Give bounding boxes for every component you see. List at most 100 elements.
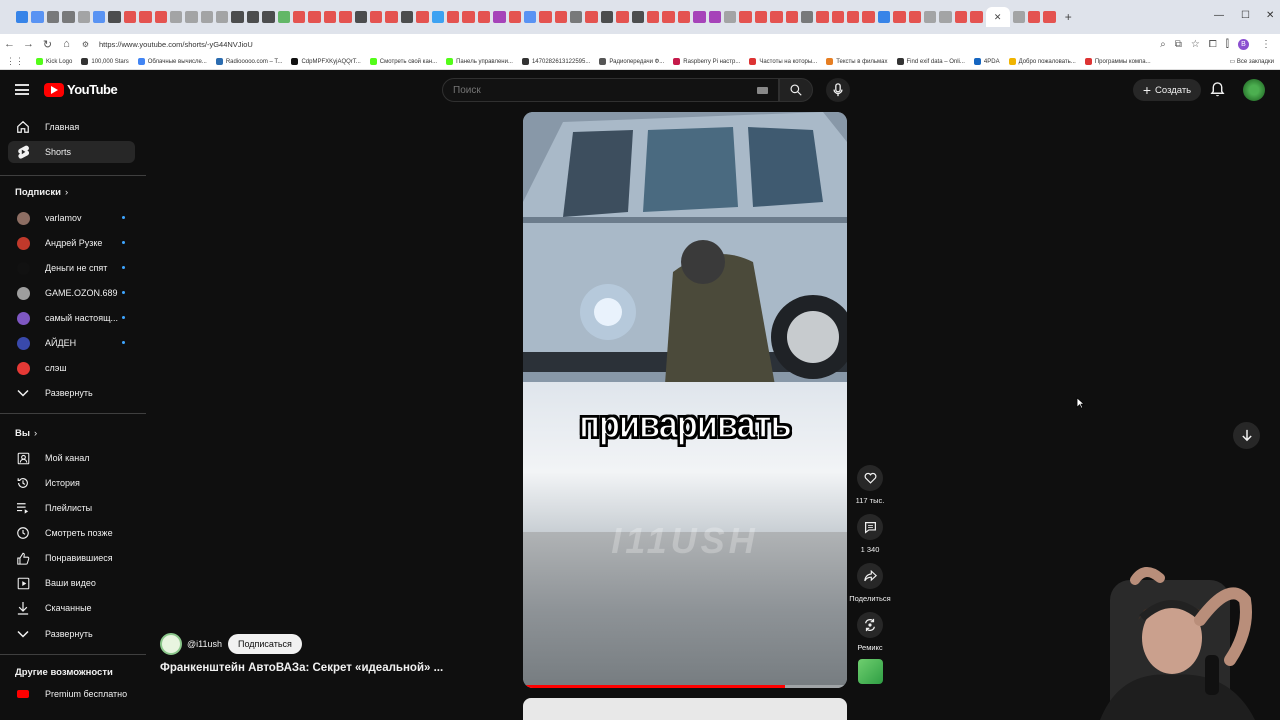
browser-tab[interactable] (770, 11, 783, 23)
create-button[interactable]: + Создать (1133, 79, 1201, 101)
browser-tab[interactable] (616, 11, 629, 23)
bookmark-item[interactable]: Радиопередачи Ф... (599, 58, 664, 65)
url-field[interactable]: https://www.youtube.com/shorts/-yG44NVJi… (99, 40, 1160, 49)
browser-tab[interactable] (108, 11, 121, 23)
browser-tab[interactable] (662, 11, 675, 23)
browser-tab[interactable] (939, 11, 952, 23)
browser-tab[interactable] (216, 11, 229, 23)
browser-tab-active[interactable]: ✕ (985, 7, 1010, 27)
notifications-bell-icon[interactable] (1210, 81, 1225, 98)
bookmark-star-icon[interactable]: ☆ (1191, 39, 1200, 50)
channel-handle[interactable]: @i11ush (187, 639, 222, 649)
forward-icon[interactable]: → (19, 38, 38, 50)
sidebar-item-liked[interactable]: Понравившиеся (8, 547, 135, 569)
next-short-button[interactable] (1233, 422, 1260, 449)
browser-menu-icon[interactable]: ⋮ (1261, 39, 1271, 50)
browser-tab[interactable] (908, 11, 922, 23)
browser-tab[interactable] (924, 11, 937, 23)
browser-tab[interactable] (539, 11, 552, 23)
sidebar-channel-item[interactable]: слэш (8, 357, 135, 379)
bookmark-item[interactable]: Облачные вычисле... (137, 58, 207, 65)
browser-tab[interactable] (708, 11, 721, 23)
search-button[interactable] (779, 78, 813, 102)
browser-tab[interactable] (323, 11, 337, 23)
channel-avatar[interactable] (160, 633, 182, 655)
browser-tab[interactable] (831, 11, 845, 23)
bookmark-item[interactable]: 100,000 Stars (81, 58, 129, 65)
browser-tab[interactable] (77, 11, 90, 23)
extensions-icon[interactable]: ⧠ (1209, 39, 1217, 50)
browser-tab[interactable] (523, 11, 537, 23)
home-browser-icon[interactable]: ⌂ (57, 38, 76, 50)
short-title[interactable]: Франкенштейн АвтоВАЗа: Секрет «идеальной… (160, 662, 443, 674)
browser-tab[interactable] (847, 11, 860, 23)
browser-tab[interactable] (385, 11, 398, 23)
browser-tab[interactable] (431, 11, 444, 23)
browser-tab[interactable] (893, 11, 906, 23)
sound-thumbnail[interactable] (858, 659, 883, 684)
browser-tab[interactable] (800, 11, 814, 23)
browser-tab[interactable] (1043, 11, 1056, 23)
split-view-icon[interactable]: ⫿ (1226, 39, 1229, 50)
browser-tab[interactable] (585, 11, 598, 23)
bookmark-item[interactable]: 4PDA (973, 58, 1000, 65)
expand-subscriptions-button[interactable]: Развернуть (8, 382, 135, 404)
browser-tab[interactable] (400, 11, 414, 23)
bookmark-item[interactable]: Программы компа... (1084, 58, 1151, 65)
bookmark-item[interactable]: Добро пожаловать... (1008, 58, 1076, 65)
browser-tab[interactable] (123, 11, 137, 23)
browser-tab[interactable] (693, 11, 706, 23)
install-app-icon[interactable]: ⧉ (1175, 39, 1182, 50)
browser-tab[interactable] (185, 11, 198, 23)
back-icon[interactable]: ← (0, 38, 19, 50)
browser-tab[interactable] (816, 11, 829, 23)
browser-tab[interactable] (139, 11, 152, 23)
next-short-preview[interactable] (523, 698, 847, 720)
all-bookmarks[interactable]: ▭ Все закладки (1230, 58, 1274, 65)
new-tab-button[interactable]: + (1065, 10, 1072, 24)
sidebar-channel-item[interactable]: Деньги не спят (8, 257, 135, 279)
keyboard-icon[interactable] (757, 87, 768, 94)
browser-tab[interactable] (339, 11, 352, 23)
browser-tab[interactable] (169, 11, 183, 23)
browser-tab[interactable] (231, 11, 244, 23)
browser-tab[interactable] (970, 11, 983, 23)
bookmark-item[interactable]: Панель управлени... (446, 58, 513, 65)
sidebar-channel-item[interactable]: АЙДЕН (8, 332, 135, 354)
sidebar-channel-item[interactable]: самый настоящ... (8, 307, 135, 329)
voice-search-button[interactable] (826, 78, 850, 102)
browser-tab[interactable] (508, 11, 521, 23)
bookmark-item[interactable]: Смотреть свой кан... (369, 58, 437, 65)
menu-icon[interactable] (15, 84, 29, 95)
you-heading[interactable]: Вы › (15, 428, 37, 439)
sidebar-item-watch-later[interactable]: Смотреть позже (8, 522, 135, 544)
subscribe-button[interactable]: Подписаться (228, 634, 302, 654)
bookmark-item[interactable]: 14702826131225​95... (521, 58, 590, 65)
browser-tab[interactable] (600, 11, 614, 23)
browser-tab[interactable] (631, 11, 645, 23)
browser-tab[interactable] (785, 11, 798, 23)
browser-tab[interactable] (154, 11, 167, 23)
bookmark-item[interactable]: Тексты в фильмах (826, 58, 888, 65)
browser-tab[interactable] (570, 11, 583, 23)
sidebar-channel-item[interactable]: Андрей Рузке (8, 232, 135, 254)
sidebar-item-home[interactable]: Главная (8, 116, 135, 138)
browser-tab[interactable] (46, 11, 60, 23)
browser-tab[interactable] (446, 11, 460, 23)
browser-tab[interactable] (877, 11, 891, 23)
browser-tab[interactable] (477, 11, 491, 23)
browser-tab[interactable] (200, 11, 214, 23)
profile-avatar[interactable]: B (1238, 38, 1249, 50)
search-input[interactable] (443, 84, 743, 96)
browser-tab[interactable] (554, 11, 568, 23)
sidebar-channel-item[interactable]: varlamov (8, 207, 135, 229)
subscriptions-heading[interactable]: Подписки › (15, 187, 68, 198)
browser-tab[interactable] (277, 11, 291, 23)
close-window-icon[interactable]: ✕ (1266, 10, 1274, 21)
browser-tab[interactable] (677, 11, 691, 23)
browser-tab[interactable] (31, 11, 44, 23)
reload-icon[interactable]: ↻ (38, 38, 57, 51)
bookmark-item[interactable]: Radiooooo.com – T... (215, 58, 282, 65)
account-avatar[interactable] (1243, 79, 1265, 101)
sidebar-item-your-videos[interactable]: Ваши видео (8, 572, 135, 594)
